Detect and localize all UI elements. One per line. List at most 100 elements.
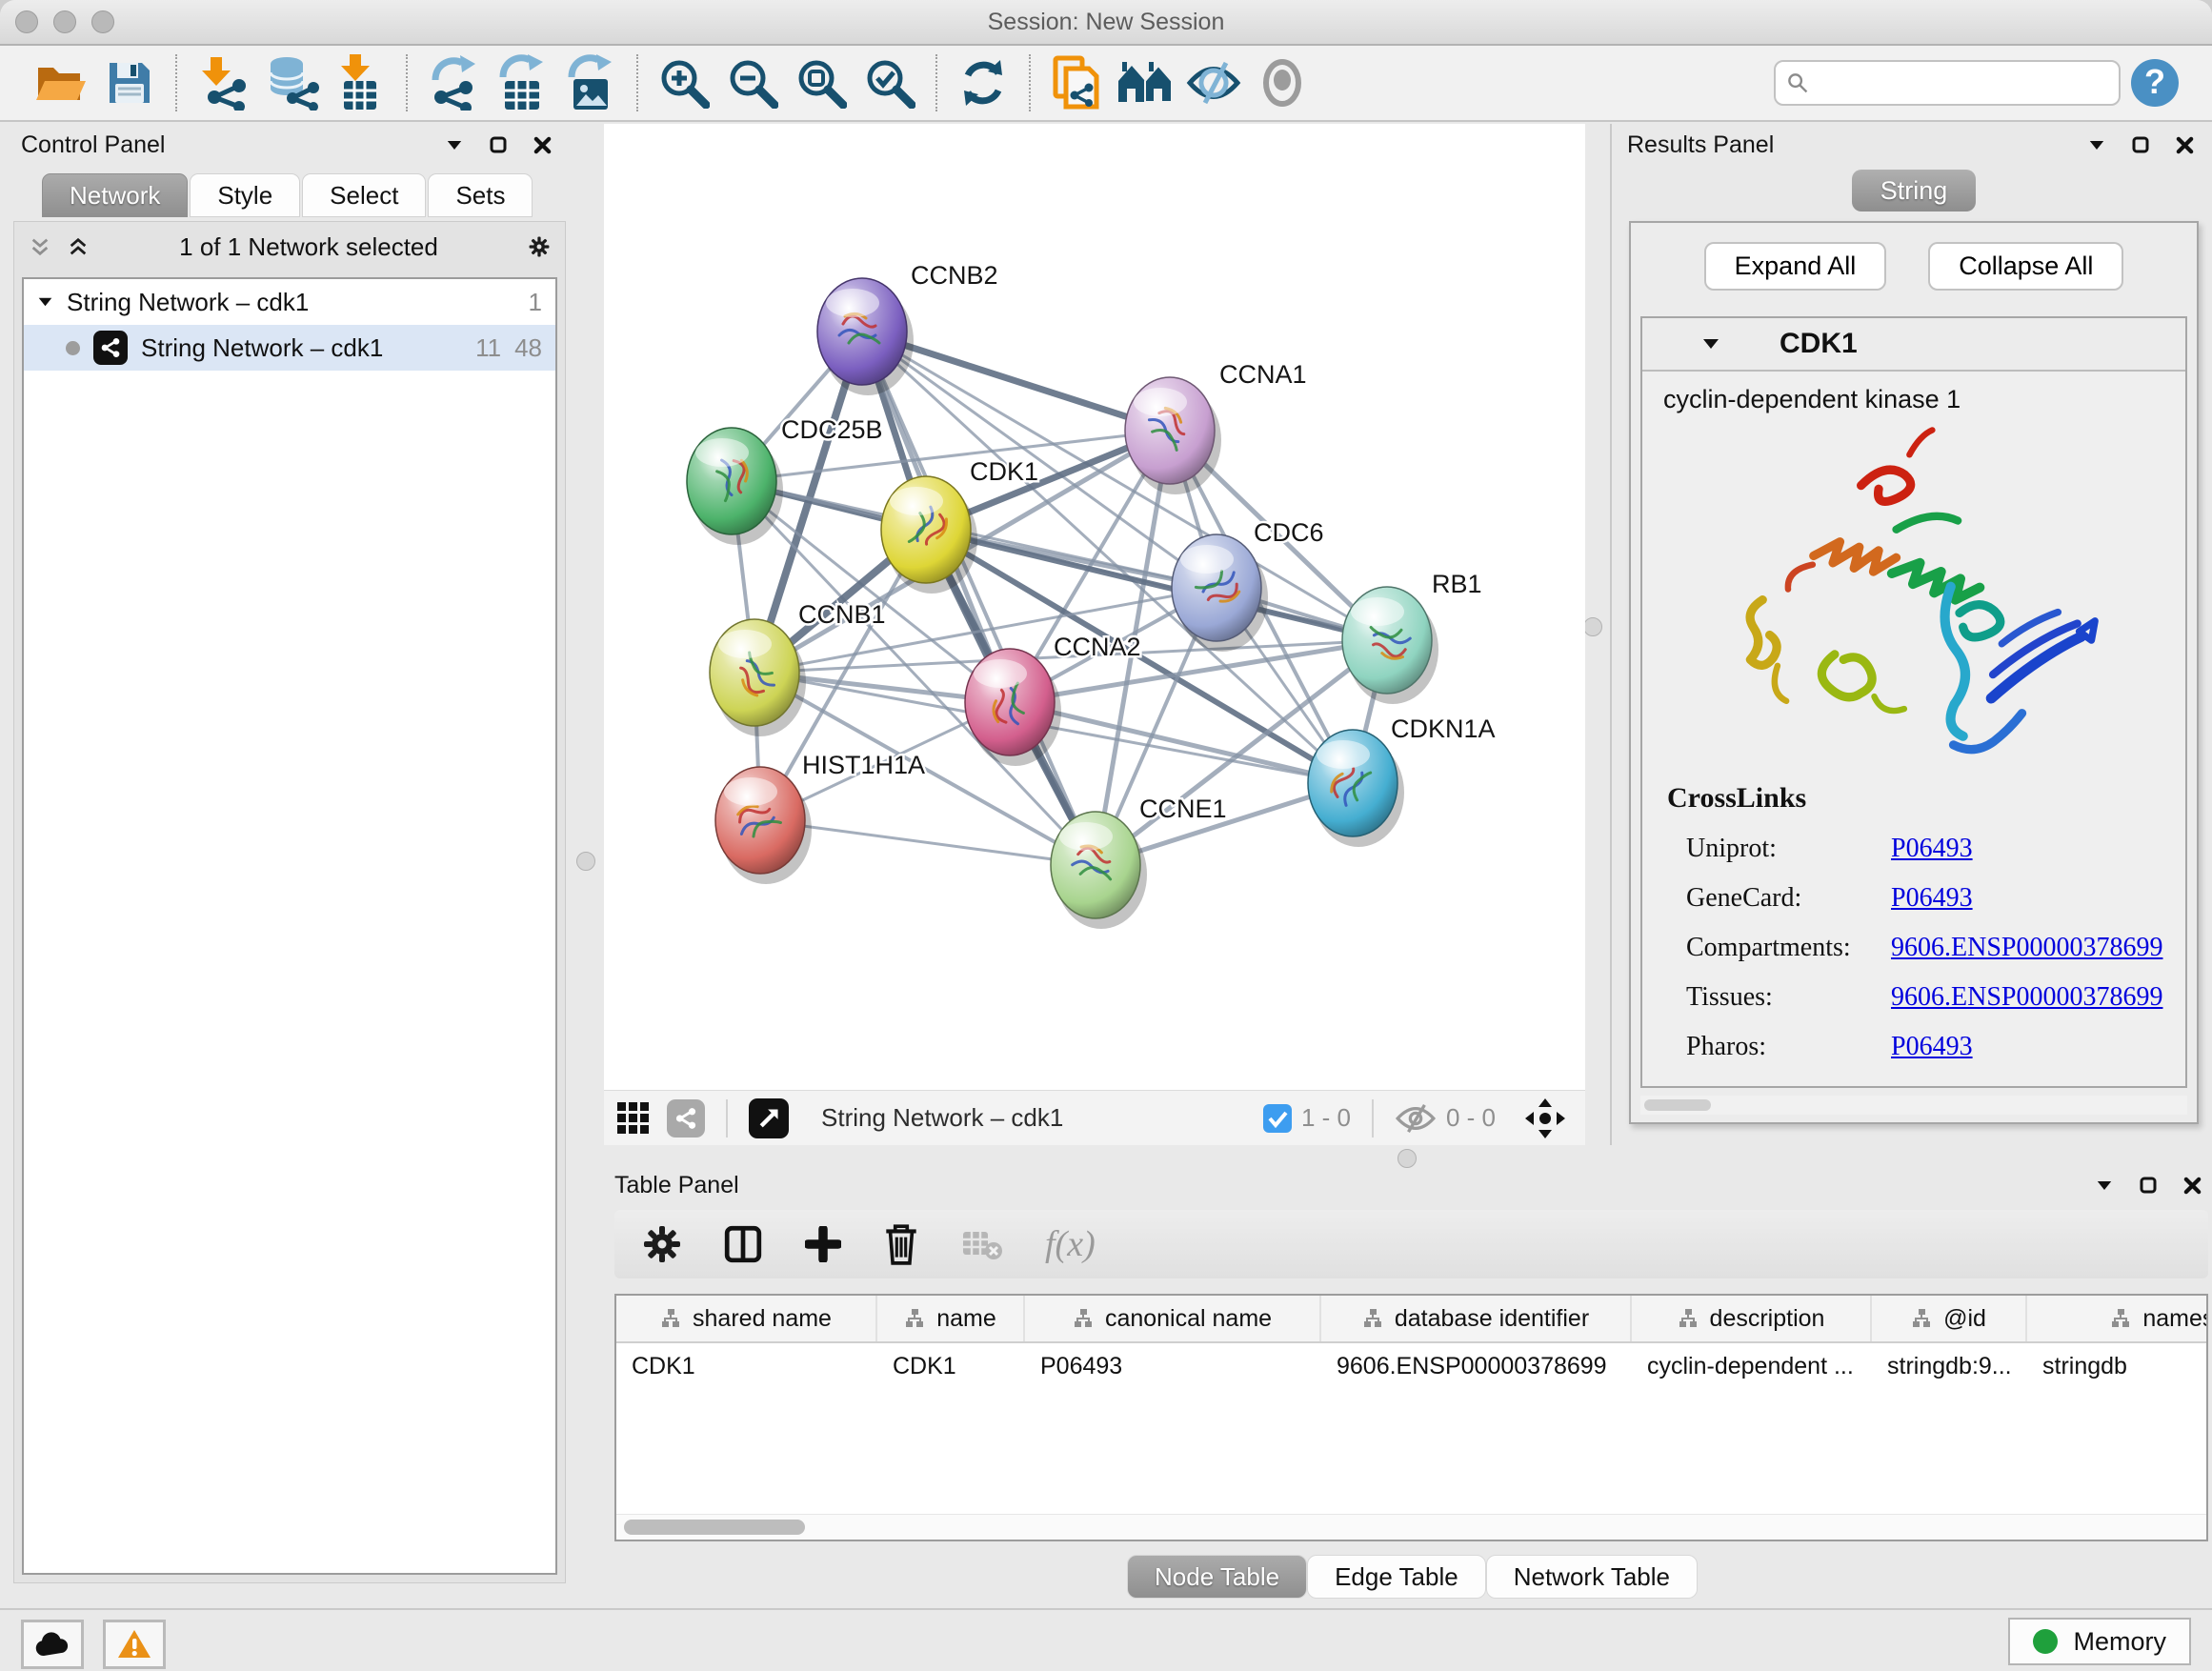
network-node-CDKN1A[interactable] bbox=[1308, 730, 1404, 847]
table-horizontal-scrollbar[interactable] bbox=[616, 1514, 2206, 1540]
network-node-HIST1H1A[interactable] bbox=[715, 767, 812, 884]
view-share-button[interactable] bbox=[667, 1099, 705, 1137]
import-network-from-file-button[interactable] bbox=[194, 53, 251, 112]
results-panel-divider[interactable] bbox=[1610, 124, 1612, 1145]
expand-all-button[interactable]: Expand All bbox=[1704, 242, 1887, 291]
panel-float-icon[interactable] bbox=[488, 134, 509, 155]
string-homes-button[interactable] bbox=[1116, 53, 1174, 112]
panel-float-icon[interactable] bbox=[2130, 134, 2151, 155]
tab-network[interactable]: Network bbox=[42, 173, 188, 217]
collapse-all-button[interactable]: Collapse All bbox=[1928, 242, 2123, 291]
delete-column-trash-icon[interactable] bbox=[883, 1222, 919, 1266]
tab-select[interactable]: Select bbox=[302, 173, 426, 217]
save-session-button[interactable] bbox=[101, 53, 158, 112]
network-node-CDC25B[interactable] bbox=[687, 428, 783, 545]
memory-button[interactable]: Memory bbox=[2008, 1618, 2191, 1665]
tab-network-table[interactable]: Network Table bbox=[1486, 1555, 1698, 1599]
collapse-all-networks-icon[interactable] bbox=[30, 236, 50, 257]
hidden-eye-slash-icon[interactable] bbox=[1395, 1103, 1437, 1134]
import-table-from-file-button[interactable] bbox=[332, 53, 389, 112]
panel-collapse-icon[interactable] bbox=[2086, 134, 2107, 155]
column-header-name[interactable]: name bbox=[877, 1296, 1025, 1341]
selected-checkbox-icon[interactable] bbox=[1263, 1104, 1292, 1133]
network-node-CCNB2[interactable] bbox=[817, 278, 914, 395]
hide-panel-button[interactable] bbox=[1185, 53, 1242, 112]
tab-sets[interactable]: Sets bbox=[428, 173, 533, 217]
node-table[interactable]: shared namenamecanonical namedatabase id… bbox=[614, 1294, 2208, 1541]
crosslink-link[interactable]: 9606.ENSP00000378699 bbox=[1891, 933, 2162, 963]
section-collapse-icon[interactable] bbox=[1701, 337, 1720, 351]
table-cell[interactable]: stringdb:9... bbox=[1872, 1343, 2027, 1389]
crosslink-link[interactable]: P06493 bbox=[1891, 1032, 1973, 1062]
export-network-button[interactable] bbox=[425, 53, 482, 112]
tab-edge-table[interactable]: Edge Table bbox=[1307, 1555, 1486, 1599]
network-collection-row[interactable]: String Network – cdk1 1 bbox=[24, 279, 555, 325]
right-splitter-handle[interactable] bbox=[1583, 617, 1602, 636]
table-row[interactable]: CDK1CDK1P064939606.ENSP00000378699cyclin… bbox=[616, 1343, 2208, 1389]
table-cell[interactable]: P06493 bbox=[1025, 1343, 1321, 1389]
search-field[interactable] bbox=[1774, 60, 2121, 106]
panel-collapse-icon[interactable] bbox=[444, 134, 465, 155]
crosslink-link[interactable]: 9606.ENSP00000378699 bbox=[1891, 982, 2162, 1013]
network-node-RB1[interactable] bbox=[1342, 587, 1438, 704]
tree-expand-icon[interactable] bbox=[37, 296, 53, 308]
crosslink-link[interactable]: P06493 bbox=[1891, 883, 1973, 914]
add-column-plus-icon[interactable] bbox=[805, 1226, 841, 1262]
crosslink-link[interactable]: P06493 bbox=[1891, 834, 1973, 864]
zoom-selected-button[interactable] bbox=[861, 53, 918, 112]
help-button[interactable]: ? bbox=[2126, 53, 2183, 112]
table-cell[interactable]: cyclin-dependent ... bbox=[1632, 1343, 1872, 1389]
table-cell[interactable]: stringdb bbox=[2027, 1343, 2208, 1389]
network-options-gear-icon[interactable] bbox=[529, 236, 550, 257]
tab-string[interactable]: String bbox=[1852, 170, 1977, 211]
network-row-selected[interactable]: String Network – cdk1 11 48 bbox=[24, 325, 555, 371]
refresh-button[interactable] bbox=[955, 53, 1012, 112]
network-node-CDK1[interactable] bbox=[881, 476, 977, 594]
birds-eye-view-button[interactable] bbox=[749, 1098, 789, 1138]
panel-close-icon[interactable] bbox=[532, 134, 553, 155]
tab-style[interactable]: Style bbox=[190, 173, 300, 217]
table-cell[interactable]: CDK1 bbox=[877, 1343, 1025, 1389]
network-node-CDC6[interactable] bbox=[1172, 534, 1268, 652]
export-table-button[interactable] bbox=[493, 53, 551, 112]
zoom-in-button[interactable] bbox=[655, 53, 713, 112]
results-scrollbar[interactable] bbox=[1640, 1096, 2187, 1115]
export-image-button[interactable] bbox=[562, 53, 619, 112]
column-header-@id[interactable]: @id bbox=[1872, 1296, 2027, 1341]
network-node-CCNE1[interactable] bbox=[1051, 812, 1147, 929]
tab-node-table[interactable]: Node Table bbox=[1127, 1555, 1307, 1599]
network-node-CCNA1[interactable] bbox=[1125, 377, 1221, 494]
column-header-database-identifier[interactable]: database identifier bbox=[1321, 1296, 1632, 1341]
show-columns-icon[interactable] bbox=[723, 1224, 763, 1264]
expand-all-networks-icon[interactable] bbox=[68, 236, 89, 257]
view-grid-button[interactable] bbox=[615, 1100, 652, 1137]
horizontal-splitter-handle[interactable] bbox=[1398, 1149, 1417, 1168]
panel-float-icon[interactable] bbox=[2138, 1175, 2159, 1196]
column-header-namespace[interactable]: namespace bbox=[2027, 1296, 2208, 1341]
column-header-shared-name[interactable]: shared name bbox=[616, 1296, 877, 1341]
protein-section-header[interactable]: CDK1 bbox=[1642, 318, 2185, 372]
panel-close-icon[interactable] bbox=[2182, 1175, 2202, 1196]
import-network-from-database-button[interactable] bbox=[263, 53, 320, 112]
table-cell[interactable]: 9606.ENSP00000378699 bbox=[1321, 1343, 1632, 1389]
table-cell[interactable]: CDK1 bbox=[616, 1343, 877, 1389]
left-splitter-handle[interactable] bbox=[576, 852, 595, 871]
column-header-canonical-name[interactable]: canonical name bbox=[1025, 1296, 1321, 1341]
network-canvas[interactable]: CCNB2CCNA1CDC25BCDK1CDC6RB1CCNB1CCNA2CDK… bbox=[604, 124, 1585, 1090]
network-edge[interactable] bbox=[862, 332, 1096, 865]
warning-status-button[interactable] bbox=[103, 1620, 166, 1669]
show-panel-button[interactable] bbox=[1254, 53, 1311, 112]
zoom-out-button[interactable] bbox=[724, 53, 781, 112]
zoom-fit-button[interactable] bbox=[793, 53, 850, 112]
column-header-description[interactable]: description bbox=[1632, 1296, 1872, 1341]
scrollbar-thumb[interactable] bbox=[624, 1520, 805, 1535]
network-node-CCNA2[interactable] bbox=[965, 649, 1061, 766]
panel-collapse-icon[interactable] bbox=[2094, 1175, 2115, 1196]
network-edge[interactable] bbox=[1010, 702, 1353, 783]
panel-close-icon[interactable] bbox=[2174, 134, 2195, 155]
open-session-button[interactable] bbox=[32, 53, 90, 112]
table-settings-gear-icon[interactable] bbox=[643, 1225, 681, 1263]
clone-network-button[interactable] bbox=[1048, 53, 1105, 112]
pan-crosshair-button[interactable] bbox=[1524, 1097, 1566, 1139]
cloud-status-button[interactable] bbox=[21, 1620, 84, 1669]
